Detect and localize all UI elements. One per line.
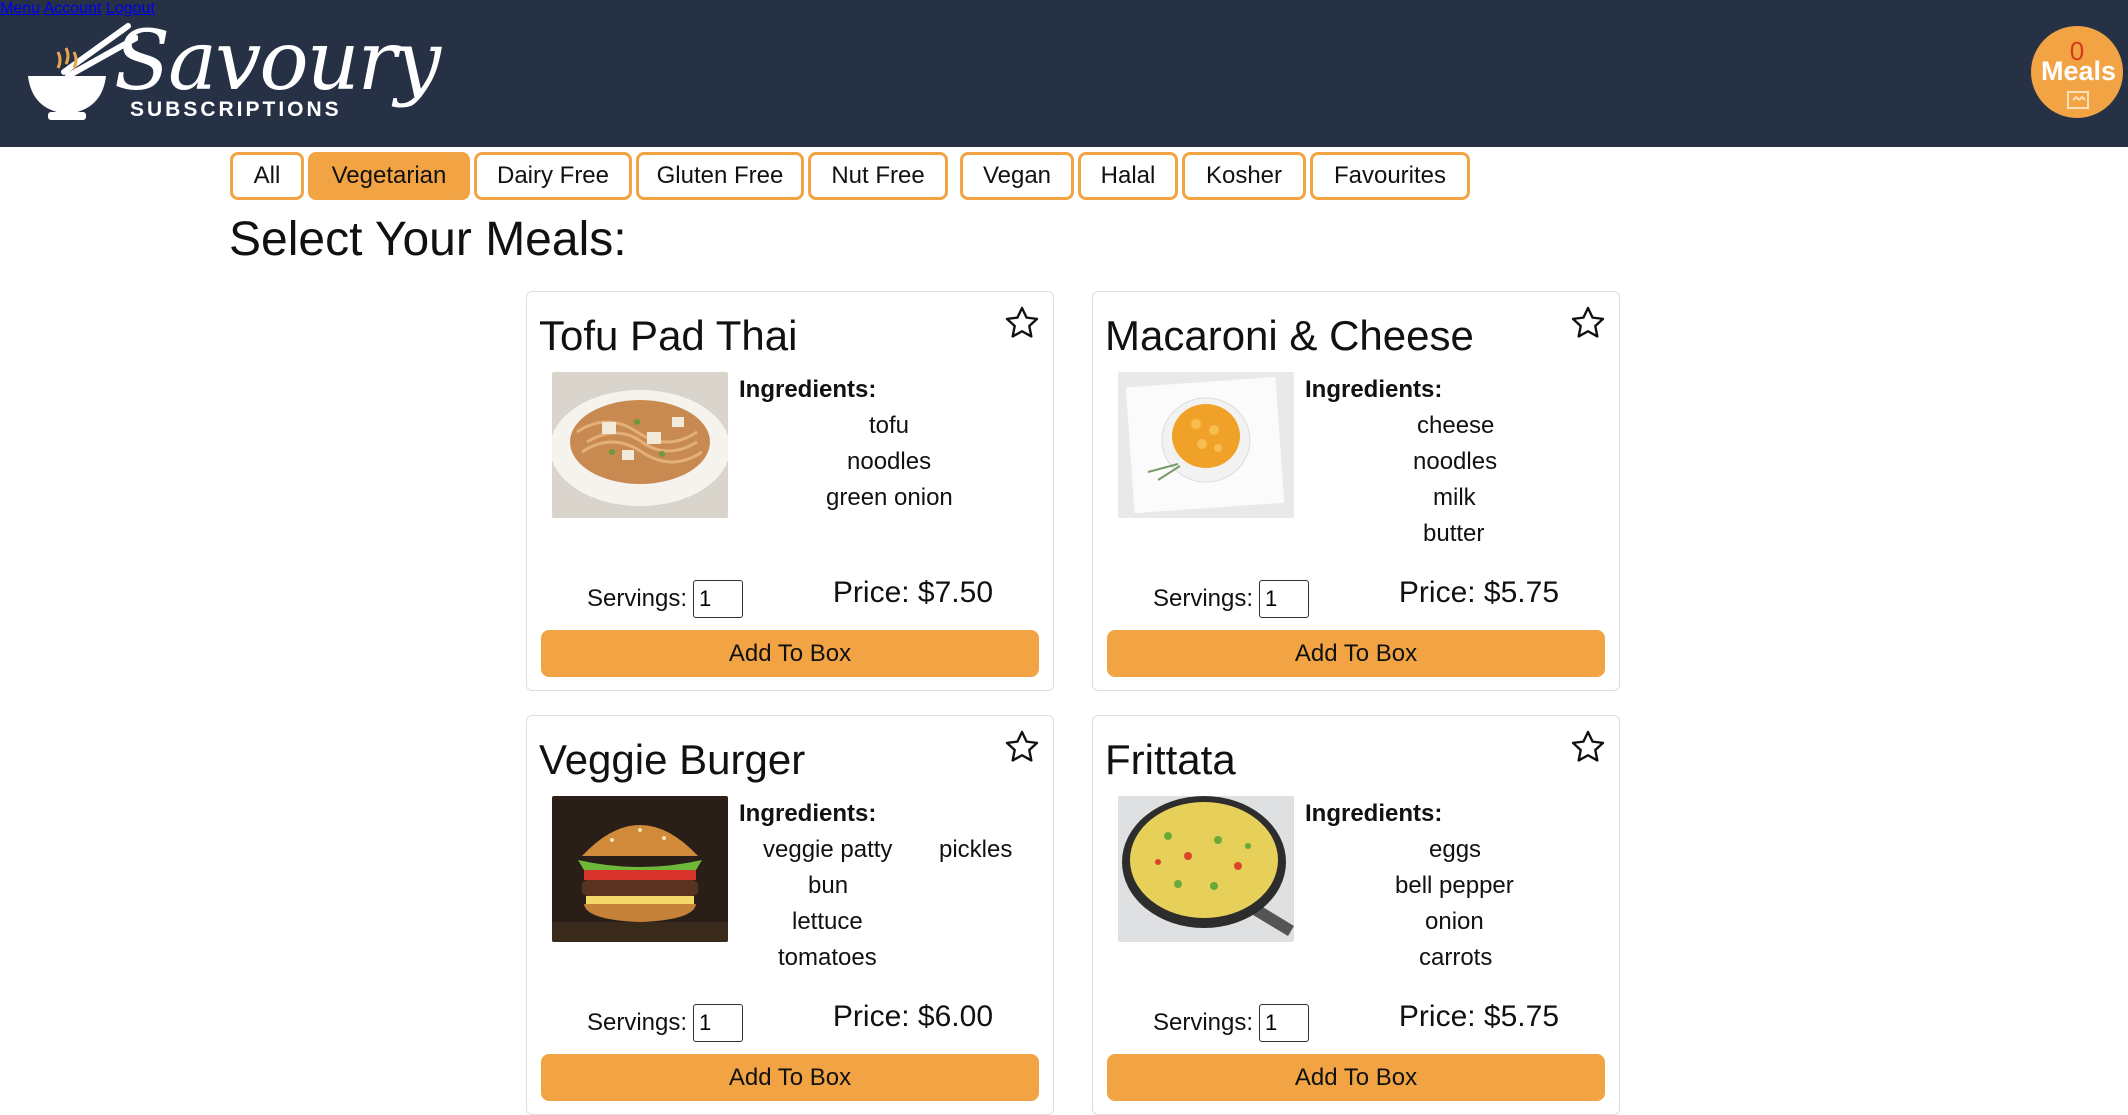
meal-price: Price: $6.00 [832, 1000, 993, 1033]
servings-input[interactable] [1259, 580, 1310, 618]
meal-title: Frittata [1105, 736, 1236, 783]
ingredient-item: bun [808, 872, 849, 899]
filter-vegetarian[interactable]: Vegetarian [308, 152, 470, 200]
meal-photo [552, 372, 728, 518]
ingredient-item: bell pepper [1395, 872, 1514, 899]
meal-title: Macaroni & Cheese [1105, 312, 1474, 359]
add-to-box-button[interactable]: Add To Box [541, 630, 1039, 677]
filter-vegan[interactable]: Vegan [960, 152, 1074, 200]
nav-account-link[interactable]: Account [44, 0, 102, 17]
add-to-box-button[interactable]: Add To Box [1107, 1054, 1605, 1101]
add-to-box-button[interactable]: Add To Box [541, 1054, 1039, 1101]
servings-control: Servings: [587, 580, 744, 618]
top-header: Savoury SUBSCRIPTIONS Menu Account Logou… [0, 0, 2128, 147]
servings-control: Servings: [1153, 1004, 1310, 1042]
page-title: Select Your Meals: [229, 213, 627, 266]
meal-photo [552, 796, 728, 942]
filter-favourites[interactable]: Favourites [1310, 152, 1470, 200]
meal-photo [1118, 796, 1294, 942]
filter-nut-free[interactable]: Nut Free [808, 152, 948, 200]
meal-card: Frittata Ingredients: eggs bell pepper o… [1092, 715, 1620, 1115]
servings-control: Servings: [1153, 580, 1310, 618]
ingredient-item: noodles [1413, 448, 1498, 475]
filter-halal[interactable]: Halal [1078, 152, 1178, 200]
servings-input[interactable] [693, 580, 744, 618]
ingredient-item: milk [1433, 484, 1476, 511]
ingredient-item: veggie patty [763, 836, 893, 863]
ingredient-item: onion [1425, 908, 1484, 935]
servings-input[interactable] [1259, 1004, 1310, 1042]
servings-label: Servings: [1153, 585, 1254, 612]
ingredients-heading: Ingredients: [739, 800, 877, 827]
ingredient-item: eggs [1429, 836, 1482, 863]
filter-gluten-free[interactable]: Gluten Free [636, 152, 804, 200]
ingredient-item: carrots [1419, 944, 1493, 971]
ingredient-item: pickles [939, 836, 1013, 863]
meal-card: Macaroni & Cheese Ingredients: cheese no… [1092, 291, 1620, 691]
favourite-star-icon[interactable] [1569, 304, 1607, 342]
ingredient-item: tofu [869, 412, 910, 439]
meal-photo [1118, 372, 1294, 518]
meal-card: Veggie Burger Ingredients: veggie patty … [526, 715, 1054, 1115]
servings-label: Servings: [587, 585, 688, 612]
ingredients-heading: Ingredients: [1305, 800, 1443, 827]
meal-card: Tofu Pad Thai Ingredients: tofu noodles … [526, 291, 1054, 691]
favourite-star-icon[interactable] [1003, 304, 1041, 342]
cart-button[interactable]: 0 Meals [2031, 26, 2123, 118]
meal-title: Veggie Burger [539, 736, 806, 783]
ingredients-heading: Ingredients: [739, 376, 877, 403]
meal-price: Price: $5.75 [1398, 576, 1559, 609]
ingredient-item: tomatoes [778, 944, 877, 971]
brand-script: Savoury [114, 14, 441, 109]
ingredient-item: lettuce [792, 908, 863, 935]
brand-subtitle: SUBSCRIPTIONS [130, 98, 342, 121]
favourite-star-icon[interactable] [1569, 728, 1607, 766]
filter-dairy-free[interactable]: Dairy Free [474, 152, 632, 200]
favourite-star-icon[interactable] [1003, 728, 1041, 766]
ingredient-item: cheese [1417, 412, 1495, 439]
brand-logo[interactable]: Savoury SUBSCRIPTIONS [28, 14, 441, 127]
ingredients-heading: Ingredients: [1305, 376, 1443, 403]
cart-label: Meals [2041, 56, 2117, 86]
ingredient-item: butter [1423, 520, 1485, 547]
filter-kosher[interactable]: Kosher [1182, 152, 1306, 200]
meal-price: Price: $5.75 [1398, 1000, 1559, 1033]
ingredient-item: noodles [847, 448, 932, 475]
add-to-box-button[interactable]: Add To Box [1107, 630, 1605, 677]
servings-label: Servings: [1153, 1009, 1254, 1036]
box-icon [2067, 91, 2089, 109]
filter-all[interactable]: All [230, 152, 304, 200]
servings-input[interactable] [693, 1004, 744, 1042]
servings-control: Servings: [587, 1004, 744, 1042]
meal-price: Price: $7.50 [832, 576, 993, 609]
nav-menu-link[interactable]: Menu [0, 0, 40, 17]
meal-title: Tofu Pad Thai [539, 312, 798, 359]
servings-label: Servings: [587, 1009, 688, 1036]
ingredient-item: green onion [826, 484, 953, 511]
